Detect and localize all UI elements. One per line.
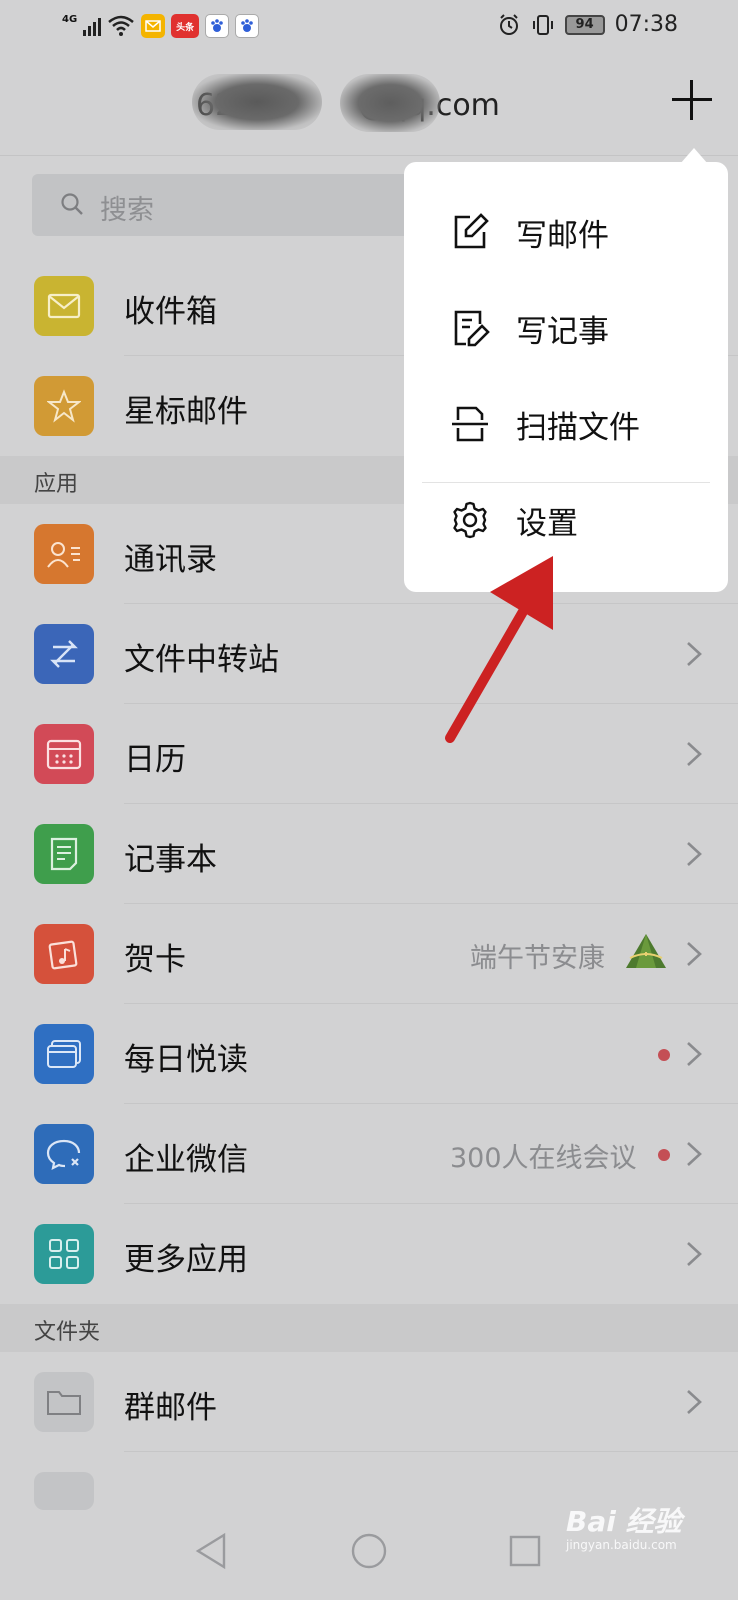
annotation-arrow [445, 556, 553, 743]
